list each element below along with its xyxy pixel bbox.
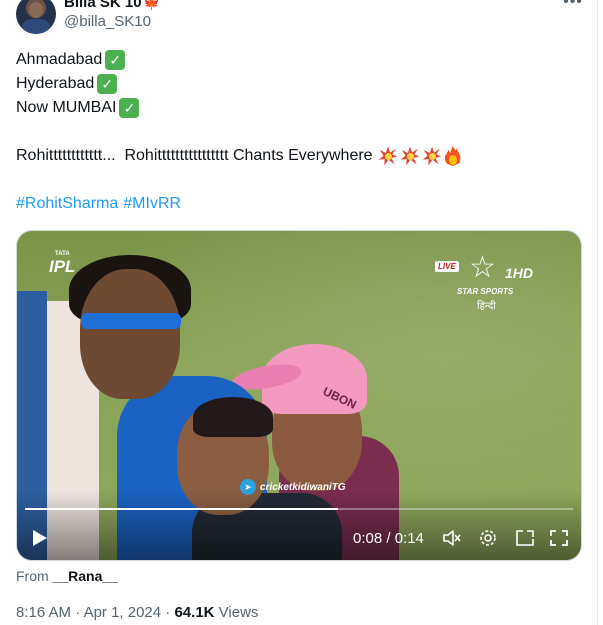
- avatar-face: [29, 2, 43, 18]
- collision-icon: [401, 147, 420, 166]
- check-mark-icon: ✓: [105, 50, 126, 70]
- channel-logo: LIVE ☆ 1HD STAR SPORTS हिन्दी: [435, 253, 555, 313]
- maple-leaf-icon: 🍁: [143, 0, 160, 10]
- avatar-body: [22, 19, 50, 34]
- video-controls-shade: [17, 490, 581, 560]
- fire-icon: [445, 146, 461, 166]
- avatar[interactable]: [16, 0, 56, 34]
- meta-separator: ·: [75, 604, 84, 621]
- attribution-prefix: From: [16, 568, 49, 584]
- views-count: 64.1K: [174, 604, 215, 621]
- author-name-row[interactable]: Billa SK 10 🍁: [64, 0, 160, 11]
- video-player-face: [80, 269, 180, 399]
- check-mark-icon: ✓: [119, 98, 140, 118]
- video-progress-fill: [25, 508, 339, 510]
- hashtag-link[interactable]: #RohitSharma: [16, 192, 118, 216]
- video-person-glasses-hair: [193, 397, 273, 437]
- collision-icon: [379, 147, 398, 166]
- channel-language: हिन्दी: [477, 301, 496, 312]
- video-progress-bar[interactable]: [25, 508, 573, 510]
- fullscreen-icon[interactable]: [548, 527, 570, 549]
- live-badge: LIVE: [435, 261, 459, 272]
- views-label: Views: [218, 604, 259, 621]
- tweet-line: Now MUMBAI ✓: [16, 96, 586, 120]
- video-time-display: 0:08 / 0:14: [353, 530, 424, 547]
- media-attribution: From __Rana__: [16, 568, 118, 584]
- tweet-text: Ahmadabad ✓ Hyderabad ✓ Now MUMBAI ✓ Roh…: [16, 48, 586, 216]
- author-display-name[interactable]: Billa SK 10: [64, 0, 142, 11]
- author-handle[interactable]: @billa_SK10: [64, 13, 151, 30]
- mute-icon[interactable]: [441, 527, 463, 549]
- play-icon[interactable]: [31, 528, 49, 548]
- tweet-header: Billa SK 10 🍁 @billa_SK10 •••: [16, 0, 586, 42]
- ipl-logo-text: IPL: [49, 257, 76, 276]
- tweet-line: Hyderabad ✓: [16, 72, 586, 96]
- collision-icon: [423, 147, 442, 166]
- check-mark-icon: ✓: [97, 74, 118, 94]
- more-horizontal-icon[interactable]: •••: [560, 0, 586, 12]
- tweet-time[interactable]: 8:16 AM: [16, 604, 71, 621]
- tweet-line-text: Now MUMBAI: [16, 99, 117, 116]
- tweet-date[interactable]: Apr 1, 2024: [84, 604, 162, 621]
- video-player[interactable]: UBON TATA IPL LIVE ☆ 1HD STAR SPORTS हिन…: [16, 230, 582, 561]
- column-divider: [597, 0, 598, 625]
- video-player-headband: [81, 313, 181, 329]
- attribution-source-link[interactable]: __Rana__: [53, 568, 118, 584]
- pip-icon[interactable]: [514, 527, 536, 549]
- tweet-line-text: Ahmadabad: [16, 51, 103, 68]
- channel-hd-label: 1HD: [505, 265, 534, 281]
- channel-name: STAR SPORTS: [457, 287, 514, 296]
- tweet-line: Rohitttttttttttt... Rohitttttttttttttttt…: [16, 144, 586, 168]
- star-icon: ☆: [469, 251, 496, 284]
- tweet-meta: 8:16 AM · Apr 1, 2024 · 64.1K Views: [16, 604, 258, 621]
- tweet-line-text: Rohitttttttttttt... Rohitttttttttttttttt…: [16, 147, 373, 164]
- tweet-line-text: Hyderabad: [16, 75, 95, 92]
- hashtag-line: #RohitSharma #MIvRR: [16, 192, 586, 216]
- hashtag-link[interactable]: #MIvRR: [123, 192, 181, 216]
- ipl-logo: TATA IPL: [45, 251, 85, 285]
- settings-icon[interactable]: [477, 527, 499, 549]
- tweet-line: Ahmadabad ✓: [16, 48, 586, 72]
